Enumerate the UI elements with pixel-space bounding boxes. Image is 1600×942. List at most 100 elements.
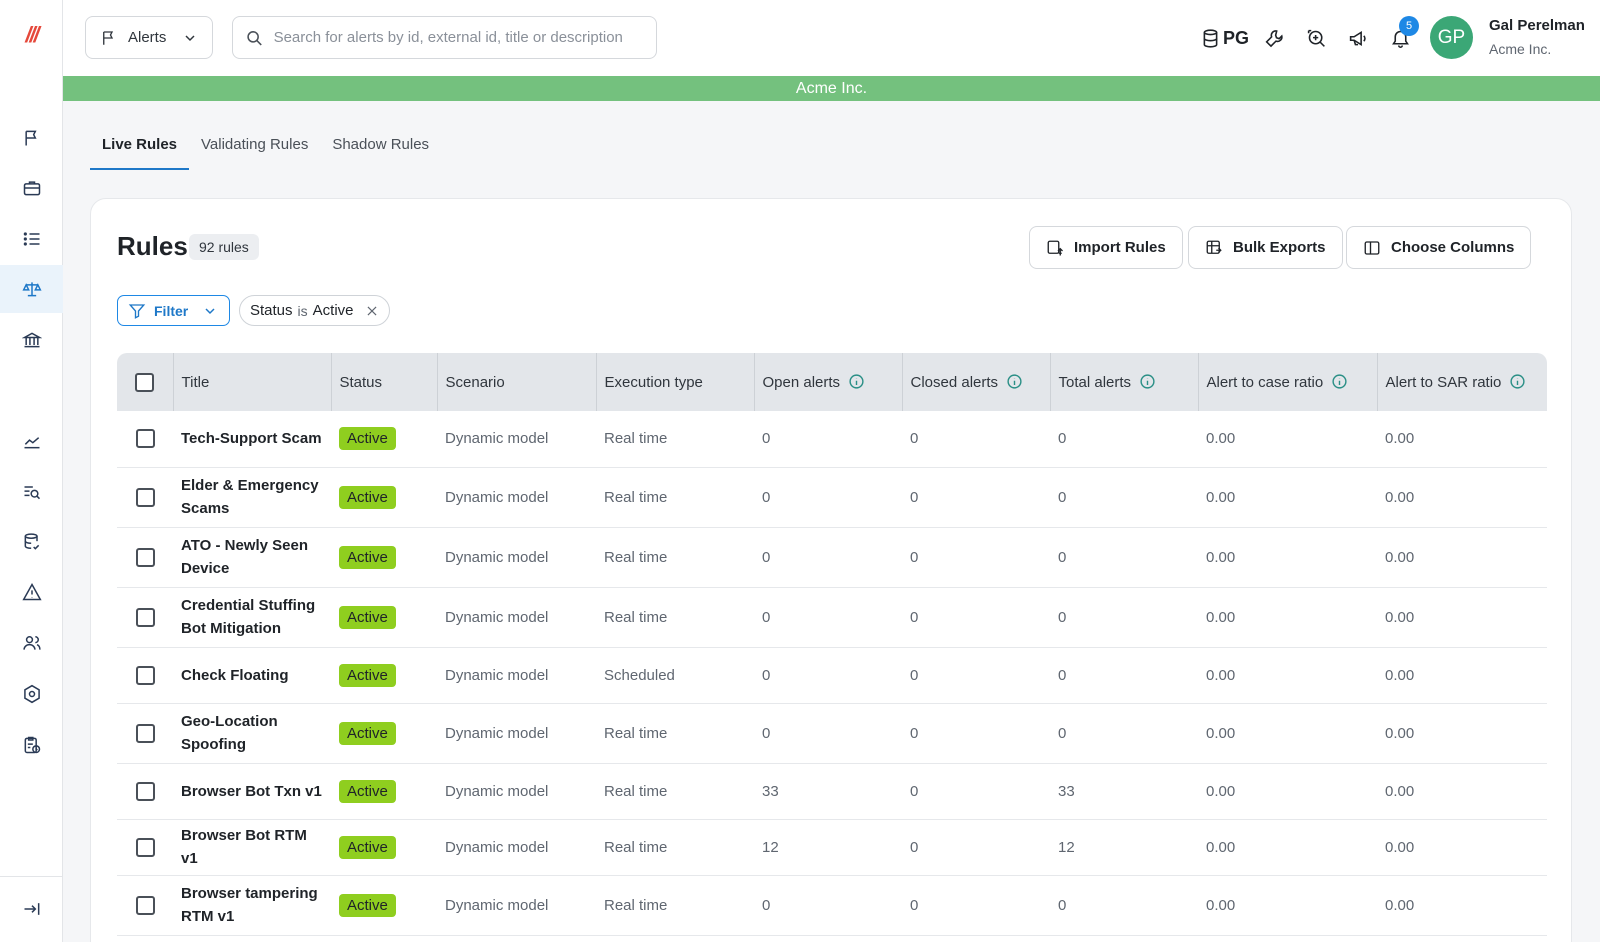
select-all-checkbox[interactable] [135, 372, 155, 392]
column-header-total-alerts[interactable]: Total alerts [1050, 353, 1199, 411]
row-select-cell [117, 527, 173, 588]
rule-title[interactable]: Tech-Support Scam [173, 411, 331, 468]
module-select[interactable]: Alerts [85, 16, 213, 59]
filter-icon [128, 303, 146, 319]
open-alerts-cell: 0 [754, 703, 902, 764]
table-row[interactable]: Browser tampering RTM v1 Active Dynamic … [117, 875, 1547, 936]
closed-alerts-cell: 0 [902, 875, 1050, 936]
column-header-alert-to-sar-ratio[interactable]: Alert to SAR ratio [1377, 353, 1547, 411]
row-select-cell [117, 875, 173, 936]
status-badge: Active [339, 427, 396, 451]
row-checkbox[interactable] [135, 547, 155, 567]
total-alerts-cell: 0 [1050, 411, 1198, 468]
total-alerts-cell: 33 [1050, 763, 1198, 820]
avatar[interactable]: GP [1430, 16, 1473, 59]
sidebar-item-risk[interactable] [0, 568, 63, 616]
sidebar-item-cases[interactable] [0, 164, 63, 212]
column-header-alert-to-case-ratio[interactable]: Alert to case ratio [1198, 353, 1378, 411]
rule-title[interactable]: Credential Stuffing Bot Mitigation [173, 587, 331, 648]
status-badge: Active [339, 663, 396, 687]
row-checkbox[interactable] [135, 665, 155, 685]
execution-type-cell: Real time [596, 819, 754, 876]
rule-title[interactable]: ATO - Newly Seen Device [173, 527, 331, 588]
search-box[interactable] [232, 16, 657, 59]
bulk-exports-button[interactable]: Bulk Exports [1188, 226, 1343, 269]
info-icon[interactable] [1509, 373, 1526, 390]
info-icon[interactable] [1006, 373, 1023, 390]
sidebar-item-audit[interactable] [0, 721, 63, 769]
sidebar-item-rules[interactable] [0, 265, 63, 313]
row-checkbox[interactable] [135, 487, 155, 507]
tab-live-rules[interactable]: Live Rules [90, 130, 190, 170]
app-logo[interactable]: /// [0, 22, 63, 48]
row-checkbox[interactable] [135, 895, 155, 915]
case-ratio-cell: 0.00 [1198, 587, 1377, 648]
table-row[interactable]: Geo-Location Spoofing Active Dynamic mod… [117, 703, 1547, 764]
table-row[interactable]: ATO - Newly Seen Device Active Dynamic m… [117, 527, 1547, 588]
info-icon[interactable] [1139, 373, 1156, 390]
tools-button[interactable] [1253, 22, 1295, 54]
filter-button[interactable]: Filter [117, 295, 230, 326]
row-checkbox[interactable] [135, 781, 155, 801]
row-checkbox[interactable] [135, 607, 155, 627]
column-header-label: Total alerts [1058, 374, 1132, 391]
sidebar-expand-button[interactable] [0, 885, 63, 933]
row-checkbox[interactable] [135, 837, 155, 857]
row-checkbox[interactable] [135, 429, 155, 449]
sidebar-item-settings[interactable] [0, 670, 63, 718]
row-checkbox[interactable] [135, 723, 155, 743]
select-all-cell [117, 353, 174, 411]
table-row[interactable]: Browser Bot Txn v1 Active Dynamic model … [117, 763, 1547, 820]
close-icon[interactable] [365, 304, 379, 318]
import-rules-button[interactable]: Import Rules [1029, 226, 1183, 269]
sidebar-item-analytics[interactable] [0, 417, 63, 465]
table-row[interactable]: Elder & Emergency Scams Active Dynamic m… [117, 467, 1547, 528]
execution-type-cell: Real time [596, 587, 754, 648]
sidebar-item-lists[interactable] [0, 215, 63, 263]
sidebar-item-alerts[interactable] [0, 114, 63, 162]
sidebar-item-users[interactable] [0, 619, 63, 667]
column-header-execution-type[interactable]: Execution type [596, 353, 755, 411]
sidebar-item-entities[interactable] [0, 316, 63, 364]
rule-title[interactable]: Browser Bot Txn v1 [173, 763, 331, 820]
column-header-scenario[interactable]: Scenario [437, 353, 597, 411]
filter-chip-status[interactable]: Status is Active [239, 295, 390, 326]
database-button[interactable] [1189, 22, 1231, 54]
rule-title[interactable]: Elder & Emergency Scams [173, 467, 331, 528]
rule-title[interactable]: Check Floating [173, 647, 331, 704]
open-alerts-cell: 12 [754, 819, 902, 876]
announcements-button[interactable] [1337, 22, 1379, 54]
scenario-cell: Dynamic model [437, 527, 596, 588]
sar-ratio-cell: 0.00 [1377, 875, 1547, 936]
search-input[interactable] [273, 29, 644, 46]
zoom-search-button[interactable] [1295, 22, 1337, 54]
table-row[interactable]: Tech-Support Scam Active Dynamic model R… [117, 411, 1547, 468]
rule-title[interactable]: Geo-Location Spoofing [173, 703, 331, 764]
total-alerts-cell: 0 [1050, 647, 1198, 704]
info-icon[interactable] [848, 373, 865, 390]
choose-columns-button[interactable]: Choose Columns [1346, 226, 1532, 269]
users-icon [22, 636, 41, 650]
closed-alerts-cell: 0 [902, 527, 1050, 588]
info-icon[interactable] [1331, 373, 1348, 390]
chevron-down-icon [185, 34, 195, 41]
rules-tabs: Live Rules Validating Rules Shadow Rules [90, 130, 441, 170]
status-badge: Active [339, 893, 396, 917]
rule-title[interactable]: Browser Bot RTM v1 [173, 819, 331, 876]
column-header-closed-alerts[interactable]: Closed alerts [902, 353, 1051, 411]
column-header-title[interactable]: Title [173, 353, 332, 411]
open-alerts-cell: 33 [754, 763, 902, 820]
table-row[interactable]: Credential Stuffing Bot Mitigation Activ… [117, 587, 1547, 648]
closed-alerts-cell: 0 [902, 763, 1050, 820]
tab-shadow-rules[interactable]: Shadow Rules [320, 130, 441, 170]
sidebar-item-investigation[interactable] [0, 468, 63, 516]
sidebar-item-data[interactable] [0, 518, 63, 566]
sar-ratio-cell: 0.00 [1377, 467, 1547, 528]
column-header-status[interactable]: Status [331, 353, 438, 411]
tab-validating-rules[interactable]: Validating Rules [189, 130, 320, 170]
column-header-open-alerts[interactable]: Open alerts [754, 353, 903, 411]
table-row[interactable]: Check Floating Active Dynamic model Sche… [117, 647, 1547, 704]
notifications-button[interactable]: 5 [1379, 16, 1421, 54]
table-row[interactable]: Browser Bot RTM v1 Active Dynamic model … [117, 819, 1547, 876]
rule-title[interactable]: Browser tampering RTM v1 [173, 875, 331, 936]
